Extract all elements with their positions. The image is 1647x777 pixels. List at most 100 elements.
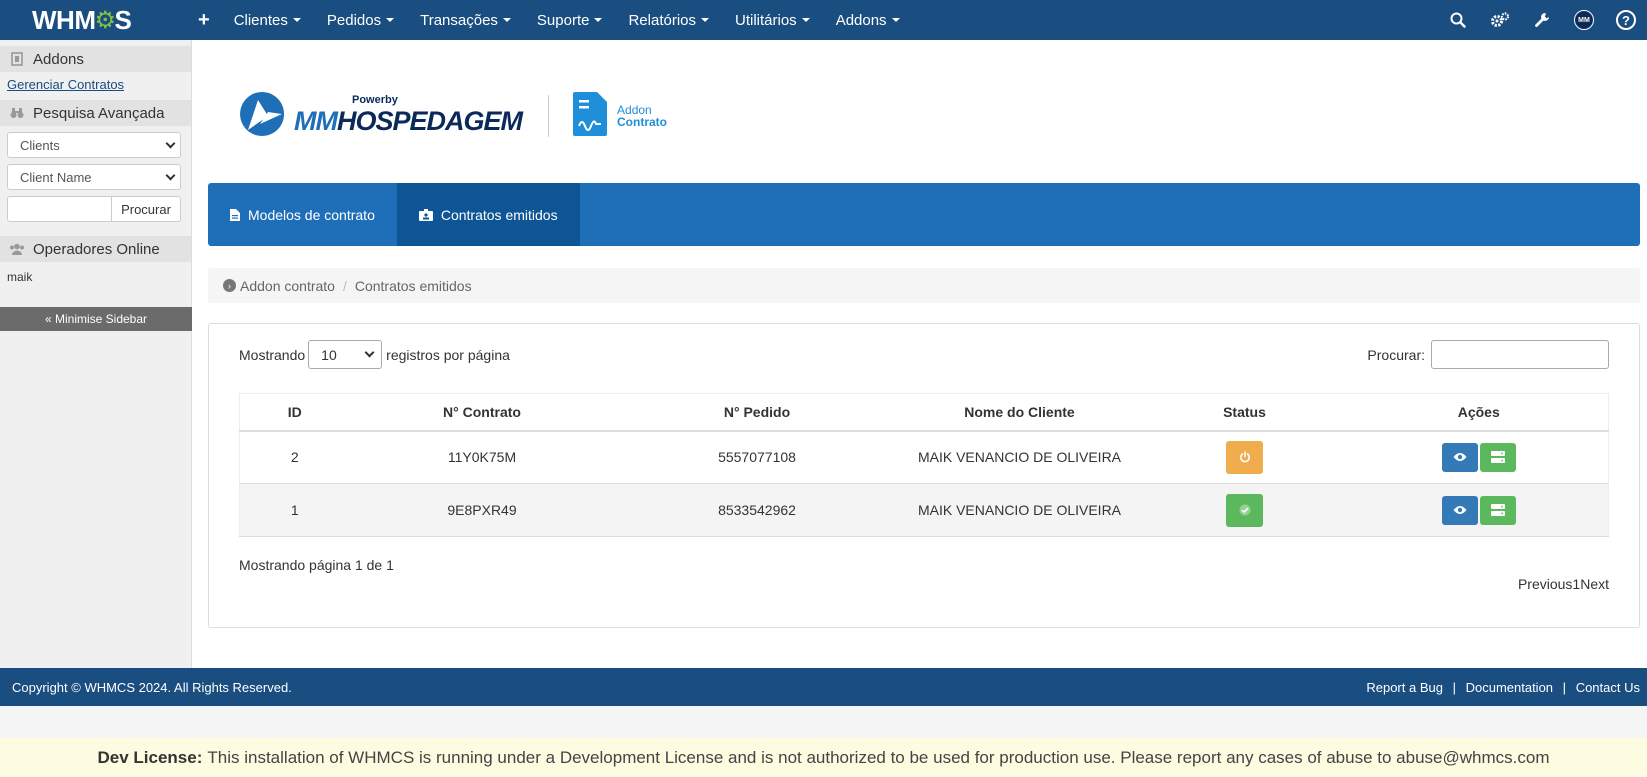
col-contract-number[interactable]: N° Contrato	[349, 393, 615, 432]
nav-relatorios[interactable]: Relatórios	[628, 12, 709, 29]
col-id[interactable]: ID	[239, 393, 350, 432]
powerby-label: Powerby	[352, 94, 398, 106]
status-signed-badge[interactable]	[1226, 493, 1263, 527]
file-icon	[230, 208, 240, 221]
main-content: Powerby MMHOSPEDAGEM Addon Contrato Mode…	[192, 40, 1647, 668]
brand-divider	[548, 94, 550, 137]
nav-utilitarios[interactable]: Utilitários	[735, 12, 810, 29]
cell-order: 8533542962	[614, 483, 900, 537]
table-search-input[interactable]	[1431, 340, 1609, 369]
user-avatar[interactable]: MM	[1563, 10, 1605, 30]
view-contract-button[interactable]	[1441, 495, 1478, 525]
footer-separator: |	[1452, 679, 1456, 695]
search-icon[interactable]	[1437, 12, 1479, 28]
eye-icon	[1453, 506, 1467, 514]
nav-addons-label: Addons	[835, 11, 887, 29]
sidebar-operators-title: Operadores Online	[33, 240, 160, 258]
col-client-name[interactable]: Nome do Cliente	[899, 393, 1140, 432]
chevron-circle-right-icon: ›	[223, 279, 236, 292]
breadcrumb: › Addon contrato / Contratos emitidos	[208, 268, 1640, 303]
col-order-number[interactable]: N° Pedido	[614, 393, 900, 432]
contracts-table: ID N° Contrato N° Pedido Nome do Cliente…	[239, 393, 1609, 537]
addon-brand-header: Powerby MMHOSPEDAGEM Addon Contrato	[238, 90, 667, 141]
col-actions[interactable]: Ações	[1349, 393, 1609, 432]
power-icon	[1239, 451, 1250, 463]
license-label: Dev License:	[97, 747, 203, 767]
manage-contracts-link[interactable]: Gerenciar Contratos	[0, 72, 191, 98]
nav-clientes-label: Clientes	[233, 11, 288, 29]
whmcs-logo[interactable]: WHM ⚙ S	[0, 5, 190, 36]
caret-down-icon	[801, 18, 810, 22]
breadcrumb-current: Contratos emitidos	[354, 277, 472, 294]
footer-copyright: Copyright © WHMCS 2024. All Rights Reser…	[12, 679, 292, 695]
brand-name-mm: MM	[294, 106, 338, 136]
tab-issued-contracts[interactable]: Contratos emitidos	[396, 183, 580, 246]
sidebar-search-button[interactable]: Procurar	[112, 196, 181, 222]
status-pending-badge[interactable]	[1226, 440, 1263, 474]
binoculars-icon	[9, 107, 25, 119]
page-length-select[interactable]: 10	[308, 340, 383, 369]
table-info: Mostrando página 1 de 1	[239, 557, 394, 573]
report-bug-link[interactable]: Report a Bug	[1366, 680, 1443, 695]
table-row: 2 11Y0K75M 5557077108 MAIK VENANCIO DE O…	[239, 430, 1609, 484]
sidebar-addons-header: Addons	[0, 46, 191, 72]
page-length-value: 10	[321, 346, 337, 363]
documentation-link[interactable]: Documentation	[1466, 680, 1553, 695]
server-icon	[1490, 504, 1505, 516]
nav-transacoes[interactable]: Transações	[420, 12, 511, 29]
sidebar-search-input[interactable]	[7, 196, 112, 222]
pagination-previous[interactable]: Previous	[1518, 576, 1572, 592]
page-length-control: Mostrando 10 registros por página	[239, 340, 510, 369]
cell-client: MAIK VENANCIO DE OLIVEIRA	[899, 430, 1140, 484]
show-label: Mostrando	[239, 346, 306, 363]
nav-clientes[interactable]: Clientes	[234, 12, 301, 29]
brand-text: Powerby MMHOSPEDAGEM	[294, 94, 523, 137]
cell-id: 1	[239, 483, 350, 537]
help-icon[interactable]: ?	[1605, 10, 1647, 30]
server-button[interactable]	[1479, 442, 1516, 472]
brand-name-hospedagem: HOSPEDAGEM	[336, 106, 523, 136]
id-badge-icon	[418, 208, 433, 221]
check-circle-icon	[1239, 504, 1250, 516]
cogs-icon[interactable]	[1479, 12, 1521, 28]
addon-tabs: Modelos de contrato Contratos emitidos	[208, 183, 1640, 246]
tab-issued-contracts-label: Contratos emitidos	[440, 206, 558, 223]
nav-addons[interactable]: Addons	[836, 12, 900, 29]
pagination-next[interactable]: Next	[1580, 576, 1609, 592]
tab-contract-templates[interactable]: Modelos de contrato	[208, 183, 397, 246]
nav-pedidos-label: Pedidos	[326, 11, 382, 29]
table-header-row: ID N° Contrato N° Pedido Nome do Cliente…	[239, 393, 1609, 432]
contact-us-link[interactable]: Contact Us	[1576, 680, 1640, 695]
wrench-icon[interactable]	[1521, 12, 1563, 28]
server-button[interactable]	[1479, 495, 1516, 525]
cell-order: 5557077108	[614, 430, 900, 484]
view-contract-button[interactable]	[1441, 442, 1478, 472]
cell-client: MAIK VENANCIO DE OLIVEIRA	[899, 483, 1140, 537]
tab-contract-templates-label: Modelos de contrato	[248, 206, 375, 223]
search-field-select[interactable]: Client Name	[7, 164, 181, 190]
search-field-value: Client Name	[20, 169, 92, 185]
breadcrumb-root[interactable]: Addon contrato	[240, 278, 335, 294]
chevron-down-icon	[165, 138, 176, 148]
addon-line1: Addon	[617, 102, 652, 117]
brand-name: MMHOSPEDAGEM	[294, 106, 523, 136]
breadcrumb-separator: /	[342, 277, 347, 294]
nav-suporte[interactable]: Suporte	[537, 12, 603, 29]
caret-down-icon	[292, 18, 301, 22]
col-status[interactable]: Status	[1139, 393, 1350, 432]
footer-links: Report a Bug | Documentation | Contact U…	[1366, 680, 1640, 695]
search-type-select[interactable]: Clients	[7, 132, 181, 158]
quick-add-button[interactable]: +	[198, 9, 210, 32]
online-operator: maik	[7, 270, 33, 284]
cube-icon	[9, 52, 25, 66]
cell-status	[1139, 430, 1350, 484]
minimise-sidebar-button[interactable]: « Minimise Sidebar	[0, 307, 192, 331]
footer-separator: |	[1562, 679, 1567, 695]
contract-doc-icon	[573, 92, 608, 139]
license-text: This installation of WHMCS is running un…	[207, 747, 1550, 767]
dev-license-banner: Dev License: This installation of WHMCS …	[0, 738, 1647, 777]
pagination: Previous1Next	[1518, 576, 1609, 592]
per-page-label: registros por página	[386, 346, 510, 363]
table-search: Procurar:	[1367, 340, 1609, 369]
nav-pedidos[interactable]: Pedidos	[326, 11, 395, 29]
